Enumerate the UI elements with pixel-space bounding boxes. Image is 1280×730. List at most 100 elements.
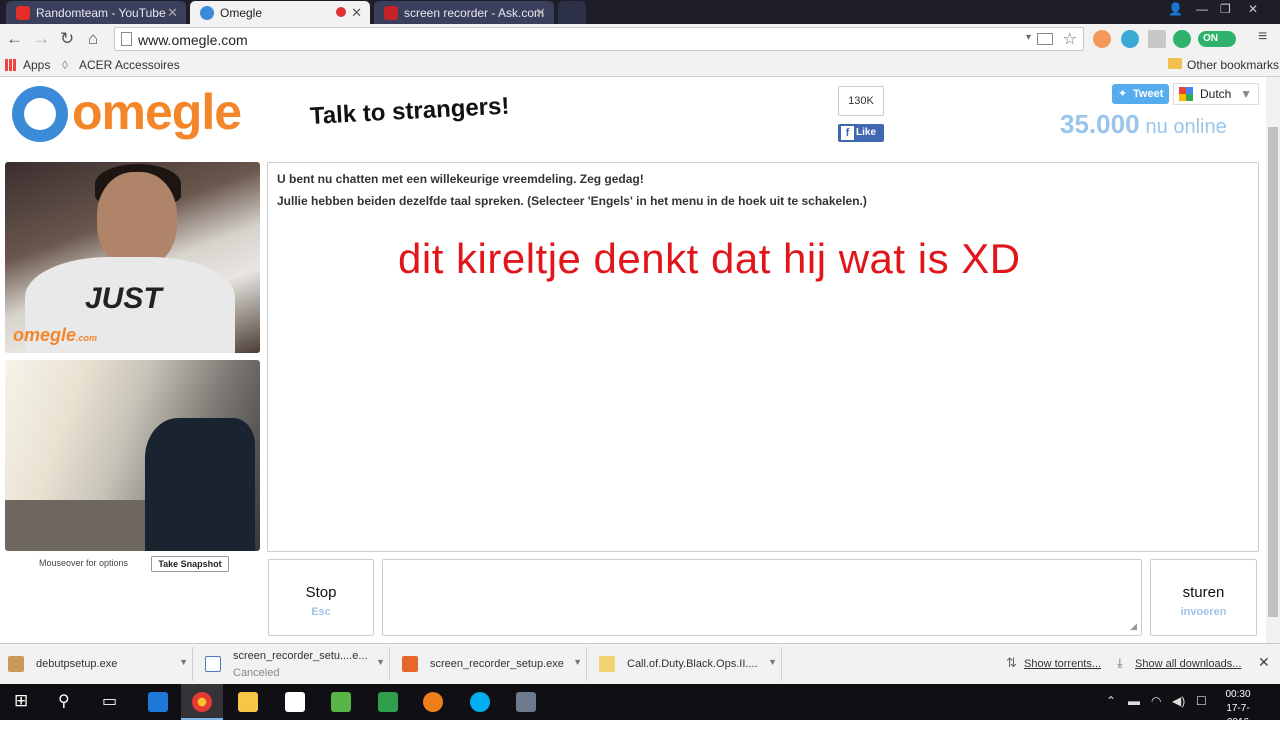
headphones-icon[interactable] bbox=[1121, 30, 1139, 48]
notepad-icon[interactable] bbox=[378, 692, 398, 712]
download-item[interactable]: screen_recorder_setup.exe ▼ bbox=[394, 647, 587, 681]
camera-icon[interactable] bbox=[1037, 33, 1053, 45]
new-tab-button[interactable] bbox=[558, 1, 586, 24]
stranger-video: JUST omegle.com bbox=[5, 162, 260, 353]
download-status: Canceled bbox=[233, 667, 280, 679]
close-icon[interactable]: ✕ bbox=[351, 5, 362, 21]
download-name: screen_recorder_setu....e... bbox=[233, 650, 368, 662]
online-unit: nu online bbox=[1145, 116, 1227, 138]
toggle-switch[interactable]: ON bbox=[1198, 31, 1236, 47]
dropdown-icon[interactable]: ▾ bbox=[1026, 32, 1031, 43]
take-snapshot-button[interactable]: Take Snapshot bbox=[151, 556, 229, 572]
download-icon[interactable] bbox=[1148, 30, 1166, 48]
power-icon[interactable] bbox=[1173, 30, 1191, 48]
wifi-icon[interactable]: ◠ bbox=[1151, 694, 1161, 708]
close-icon[interactable]: ✕ bbox=[535, 5, 546, 21]
message-input[interactable]: ◢ bbox=[382, 559, 1142, 636]
chat-log[interactable]: U bent nu chatten met een willekeurige v… bbox=[267, 162, 1259, 552]
browser-tab-strip: Randomteam - YouTube ✕ Omegle ✕ screen r… bbox=[0, 0, 1280, 24]
show-torrents-link[interactable]: Show torrents... bbox=[1024, 658, 1101, 670]
home-icon[interactable]: ⌂ bbox=[88, 29, 98, 49]
show-all-downloads-link[interactable]: Show all downloads... bbox=[1135, 658, 1241, 670]
watermark-text: omegle bbox=[13, 325, 77, 345]
skype-icon[interactable] bbox=[470, 692, 490, 712]
tab-omegle[interactable]: Omegle ✕ bbox=[190, 1, 370, 24]
edge-icon[interactable] bbox=[148, 692, 168, 712]
tweet-button[interactable]: ✦ Tweet bbox=[1112, 84, 1169, 104]
stop-button[interactable]: Stop Esc bbox=[268, 559, 374, 636]
close-icon[interactable]: ✕ bbox=[1258, 654, 1270, 671]
video-figure bbox=[5, 500, 155, 551]
chevron-down-icon[interactable]: ▼ bbox=[376, 657, 385, 667]
installer-icon bbox=[8, 656, 24, 672]
chevron-up-icon[interactable]: ⌃ bbox=[1106, 694, 1116, 708]
search-icon[interactable]: ⚲ bbox=[58, 691, 70, 711]
resize-grip-icon[interactable]: ◢ bbox=[1130, 621, 1137, 632]
task-view-icon[interactable]: ▭ bbox=[102, 691, 117, 711]
bookmark-apps[interactable]: Apps bbox=[23, 58, 50, 72]
url-text: www.omegle.com bbox=[138, 32, 248, 48]
chevron-down-icon[interactable]: ▼ bbox=[573, 657, 582, 667]
restore-icon[interactable]: ❐ bbox=[1220, 2, 1231, 16]
fb-like-label: Like bbox=[856, 127, 877, 138]
store-icon[interactable] bbox=[285, 692, 305, 712]
address-bar[interactable]: www.omegle.com ▾ ☆ bbox=[114, 27, 1084, 51]
send-label: sturen bbox=[1182, 584, 1225, 601]
tab-ask[interactable]: screen recorder - Ask.com ✕ bbox=[374, 1, 554, 24]
windows-start-icon[interactable]: ⊞ bbox=[14, 691, 28, 711]
forward-icon[interactable]: → bbox=[33, 29, 50, 49]
user-icon[interactable]: 👤 bbox=[1168, 2, 1183, 16]
extension-icon[interactable] bbox=[1093, 30, 1111, 48]
watermark-suffix: .com bbox=[76, 333, 98, 343]
omegle-logo-text[interactable]: omegle bbox=[72, 83, 242, 141]
tweet-label: Tweet bbox=[1133, 88, 1164, 100]
download-item[interactable]: screen_recorder_setu....e... Canceled ▼ bbox=[197, 647, 390, 681]
overlay-caption: dit kireltje denkt dat hij wat is XD bbox=[398, 235, 1021, 282]
close-window-icon[interactable]: ✕ bbox=[1248, 2, 1258, 16]
google-translate-icon bbox=[1179, 87, 1193, 101]
minecraft-icon[interactable] bbox=[331, 692, 351, 712]
tab-title: Omegle bbox=[220, 5, 263, 20]
chrome-icon[interactable] bbox=[192, 692, 212, 712]
send-hint: invoeren bbox=[1180, 606, 1227, 618]
scrollbar-thumb[interactable] bbox=[1268, 127, 1278, 617]
online-count: 35.000 nu online bbox=[1060, 109, 1227, 140]
acer-icon: ◊ bbox=[62, 58, 68, 72]
omegle-logo-icon[interactable] bbox=[12, 86, 68, 142]
download-name: debutpsetup.exe bbox=[36, 658, 118, 670]
browser-toolbar: ← → ↻ ⌂ www.omegle.com ▾ ☆ ON ≡ bbox=[0, 24, 1280, 54]
download-name: Call.of.Duty.Black.Ops.II.... bbox=[627, 658, 758, 670]
notifications-icon[interactable]: ☐ bbox=[1196, 694, 1207, 708]
page-scrollbar[interactable] bbox=[1266, 77, 1280, 643]
menu-icon[interactable]: ≡ bbox=[1258, 28, 1267, 46]
tab-youtube[interactable]: Randomteam - YouTube ✕ bbox=[6, 1, 186, 24]
download-item[interactable]: Call.of.Duty.Black.Ops.II.... ▼ bbox=[591, 647, 782, 681]
volume-icon[interactable]: ◀) bbox=[1172, 694, 1185, 708]
chevron-down-icon[interactable]: ▼ bbox=[768, 657, 777, 667]
fb-like-button[interactable]: f Like bbox=[838, 124, 884, 142]
minimize-icon[interactable]: — bbox=[1196, 2, 1208, 16]
download-icon: ⤓ bbox=[1117, 655, 1123, 670]
clock[interactable]: 00:30 17-7-2016 bbox=[1218, 688, 1258, 730]
chevron-down-icon[interactable]: ▼ bbox=[179, 657, 188, 667]
star-icon[interactable]: ☆ bbox=[1063, 29, 1077, 49]
language-value: Dutch bbox=[1200, 87, 1232, 101]
bookmark-other[interactable]: Other bookmarks bbox=[1187, 58, 1279, 72]
download-item[interactable]: debutpsetup.exe ▼ bbox=[0, 647, 193, 681]
file-explorer-icon[interactable] bbox=[238, 692, 258, 712]
language-select[interactable]: Dutch ▼ bbox=[1173, 83, 1259, 105]
bookmark-acer[interactable]: ACER Accessoires bbox=[79, 58, 180, 72]
firefox-icon[interactable] bbox=[423, 692, 443, 712]
close-icon[interactable]: ✕ bbox=[167, 5, 178, 21]
send-button[interactable]: sturen invoeren bbox=[1150, 559, 1257, 636]
snapshot-row: Mouseover for options Take Snapshot bbox=[5, 556, 260, 574]
reload-icon[interactable]: ↻ bbox=[60, 29, 74, 49]
save-icon[interactable] bbox=[516, 692, 536, 712]
power-plug-icon[interactable]: ▬ bbox=[1128, 694, 1140, 708]
download-name: screen_recorder_setup.exe bbox=[430, 658, 564, 670]
apps-grid-icon bbox=[5, 59, 17, 71]
system-message: Jullie hebben beiden dezelfde taal sprek… bbox=[277, 194, 867, 208]
back-icon[interactable]: ← bbox=[6, 29, 23, 49]
omegle-page: omegle Talk to strangers! 130K f Like ✦ … bbox=[0, 77, 1266, 643]
omegle-watermark: omegle.com bbox=[13, 325, 97, 346]
